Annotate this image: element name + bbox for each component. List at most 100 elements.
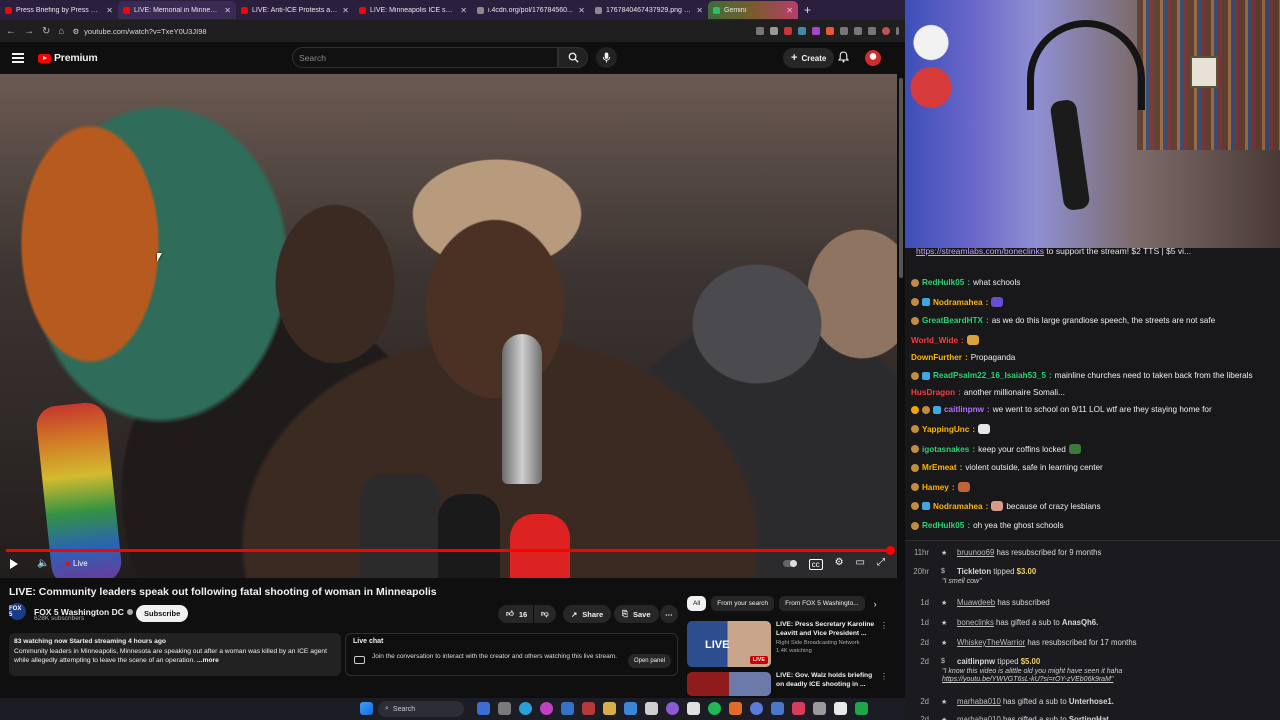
- chip-from-channel[interactable]: From FOX 5 Washingto...: [779, 596, 865, 611]
- search-input[interactable]: Search: [292, 47, 558, 68]
- extension-icon[interactable]: [756, 27, 764, 35]
- tab-close-icon[interactable]: ✕: [106, 6, 113, 15]
- chat-username[interactable]: igotasnakes: [922, 445, 969, 454]
- site-info-icon[interactable]: ⚙: [72, 27, 79, 36]
- captions-icon[interactable]: cc: [808, 559, 823, 570]
- profile-icon[interactable]: [882, 27, 890, 35]
- app-icon[interactable]: [666, 702, 679, 715]
- donation-link[interactable]: https://streamlabs.com/boneclinks: [916, 248, 1044, 256]
- account-avatar[interactable]: [865, 50, 881, 66]
- extension-icon[interactable]: [826, 27, 834, 35]
- taskbar-search[interactable]: ⌕ Search: [378, 701, 464, 717]
- recommended-title[interactable]: LIVE: Gov. Walz holds briefing on deadly…: [776, 672, 881, 689]
- app-icon[interactable]: [834, 702, 847, 715]
- back-icon[interactable]: ←: [6, 26, 16, 37]
- chip-from-search[interactable]: From your search: [711, 596, 775, 611]
- extension-icon[interactable]: [812, 27, 820, 35]
- dislike-button[interactable]: 👎︎: [534, 605, 556, 623]
- windows-start-icon[interactable]: [360, 702, 373, 715]
- chat-username[interactable]: Nodramahea: [933, 502, 983, 511]
- folder-icon[interactable]: [603, 702, 616, 715]
- theater-mode-icon[interactable]: ▭: [856, 557, 865, 570]
- extension-icon[interactable]: [868, 27, 876, 35]
- event-username[interactable]: marhaba010: [957, 697, 1001, 706]
- url-field[interactable]: ⚙ youtube.com/watch?v=TxeY0U3JI98: [72, 23, 748, 39]
- tab-close-icon[interactable]: ✕: [342, 6, 349, 15]
- channel-avatar[interactable]: FOX 5: [9, 603, 26, 620]
- app-icon[interactable]: [855, 702, 868, 715]
- chat-username[interactable]: Hamey: [922, 483, 949, 492]
- app-icon[interactable]: [729, 702, 742, 715]
- browser-tab[interactable]: LIVE: Anti-ICE Protests arou... ✕: [236, 1, 354, 19]
- video-thumbnail[interactable]: [687, 672, 771, 696]
- menu-icon[interactable]: [12, 53, 24, 63]
- autoplay-toggle[interactable]: [782, 560, 797, 567]
- create-button[interactable]: + Create: [783, 48, 835, 68]
- chat-username[interactable]: MrEmeat: [922, 463, 957, 472]
- new-tab-button[interactable]: +: [798, 3, 817, 17]
- voice-search-button[interactable]: [596, 47, 617, 68]
- chat-username[interactable]: RedHulk05: [922, 278, 964, 287]
- tab-close-icon[interactable]: ✕: [696, 6, 703, 15]
- open-panel-button[interactable]: Open panel: [627, 654, 671, 668]
- page-scrollbar[interactable]: [897, 74, 905, 698]
- app-icon[interactable]: [582, 702, 595, 715]
- event-username[interactable]: boneclinks: [957, 618, 994, 627]
- app-icon[interactable]: [645, 702, 658, 715]
- recommended-title[interactable]: LIVE: Press Secretary Karoline Leavitt a…: [776, 621, 881, 638]
- settings-gear-icon[interactable]: ⚙: [835, 557, 844, 570]
- recommended-video[interactable]: LIVE: Gov. Walz holds briefing on deadly…: [687, 672, 888, 696]
- chat-username[interactable]: caitlinpnw: [944, 405, 984, 414]
- tab-close-icon[interactable]: ✕: [786, 6, 793, 15]
- reload-icon[interactable]: ↻: [42, 26, 50, 37]
- event-username[interactable]: caitlinpnw: [957, 657, 995, 666]
- chip-all[interactable]: All: [687, 596, 707, 611]
- progress-bar[interactable]: [6, 549, 891, 552]
- extension-icon[interactable]: [840, 27, 848, 35]
- recommended-video[interactable]: LIVE LIVE LIVE: Press Secretary Karoline…: [687, 621, 888, 667]
- browser-tab[interactable]: i.4cdn.org/pol/176784560... ✕: [472, 1, 590, 19]
- browser-icon[interactable]: [540, 702, 553, 715]
- video-description[interactable]: 83 watching now Started streaming 4 hour…: [9, 633, 341, 676]
- gift-recipient[interactable]: AnasQh6.: [1062, 618, 1098, 627]
- store-icon[interactable]: [561, 702, 574, 715]
- spotify-icon[interactable]: [708, 702, 721, 715]
- browser-tab[interactable]: LIVE: Memorial in Minneapolis ✕: [118, 1, 236, 19]
- chat-username[interactable]: YappingUnc: [922, 425, 969, 434]
- more-actions-button[interactable]: ⋯: [660, 605, 678, 623]
- bookmark-star-icon[interactable]: [770, 27, 778, 35]
- video-thumbnail[interactable]: LIVE LIVE: [687, 621, 771, 667]
- gift-recipient[interactable]: SortingHat: [1069, 715, 1109, 720]
- event-username[interactable]: marhaba010: [957, 715, 1001, 720]
- save-button[interactable]: ⎘ Save: [614, 605, 659, 623]
- app-icon[interactable]: [813, 702, 826, 715]
- share-button[interactable]: ↗ Share: [563, 605, 612, 623]
- edge-icon[interactable]: [519, 702, 532, 715]
- chat-username[interactable]: World_Wide: [911, 336, 958, 345]
- youtube-logo[interactable]: Premium: [38, 52, 98, 64]
- like-button[interactable]: 👍︎ 16: [498, 605, 534, 623]
- chat-username[interactable]: GreatBeardHTX: [922, 316, 983, 325]
- home-icon[interactable]: ⌂: [58, 26, 64, 37]
- chat-username[interactable]: ReadPsalm22_16_Isaiah53_5: [933, 371, 1046, 380]
- event-username[interactable]: bruunoo69: [957, 548, 994, 557]
- app-icon[interactable]: [687, 702, 700, 715]
- app-icon[interactable]: [771, 702, 784, 715]
- tab-close-icon[interactable]: ✕: [578, 6, 585, 15]
- app-icon[interactable]: [624, 702, 637, 715]
- chat-username[interactable]: DownFurther: [911, 353, 962, 362]
- chat-username[interactable]: Nodramahea: [933, 298, 983, 307]
- subscribe-button[interactable]: Subscribe: [136, 605, 189, 622]
- live-indicator[interactable]: Live: [66, 559, 88, 568]
- chevron-right-icon[interactable]: ›: [874, 599, 877, 609]
- more-link[interactable]: ...more: [197, 657, 219, 664]
- browser-tab[interactable]: LIVE: Minneapolis ICE shoo... ✕: [354, 1, 472, 19]
- extension-icon[interactable]: [798, 27, 806, 35]
- gift-recipient[interactable]: Unterhose1.: [1069, 697, 1114, 706]
- event-username[interactable]: Muawdeeb: [957, 598, 995, 607]
- app-icon[interactable]: [750, 702, 763, 715]
- more-vertical-icon[interactable]: ⋮: [880, 672, 888, 681]
- extension-icon[interactable]: [854, 27, 862, 35]
- task-view-icon[interactable]: [477, 702, 490, 715]
- search-button[interactable]: [558, 47, 588, 68]
